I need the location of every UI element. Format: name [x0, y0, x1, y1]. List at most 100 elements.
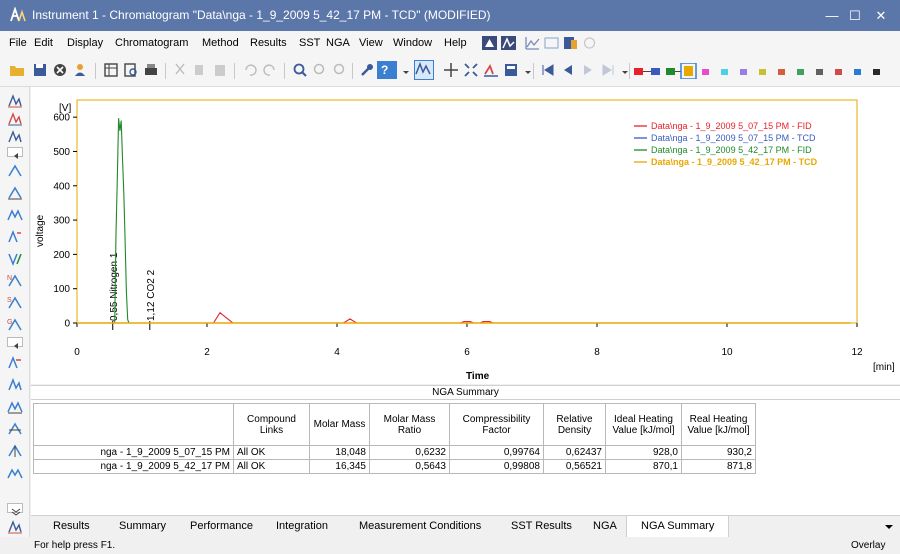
move-icon[interactable]	[443, 62, 459, 78]
menu-sst[interactable]: SST	[299, 37, 320, 49]
peak-tool-icon[interactable]: G	[7, 317, 23, 333]
tab-performance[interactable]: Performance	[190, 520, 253, 532]
peak-tool-icon[interactable]	[7, 111, 23, 127]
dropdown-arrow-icon[interactable]	[398, 62, 409, 78]
signal-icon[interactable]	[414, 60, 434, 80]
palette-swatch[interactable]	[666, 68, 675, 75]
first-icon[interactable]	[540, 62, 556, 78]
menu-nga[interactable]: NGA	[326, 37, 350, 49]
peak-tool-icon[interactable]	[7, 185, 23, 201]
palette-swatch[interactable]	[797, 69, 804, 75]
nga-summary-panel: NGA Summary Compound Links Molar Mass Mo…	[31, 385, 900, 515]
palette-swatch[interactable]	[721, 69, 728, 75]
print-icon[interactable]	[143, 62, 159, 78]
close-button[interactable]: ✕	[862, 0, 900, 31]
zoom-icon[interactable]	[292, 62, 308, 78]
peak-tool-icon[interactable]	[7, 465, 23, 481]
menu-chromatogram[interactable]: Chromatogram	[115, 37, 188, 49]
tab-measurement-conditions[interactable]: Measurement Conditions	[359, 520, 481, 532]
peak-tool-icon[interactable]: S	[7, 295, 23, 311]
tab-sst-results[interactable]: SST Results	[511, 520, 572, 532]
peak-tool-icon[interactable]	[7, 229, 23, 245]
series-line	[77, 311, 851, 324]
palette-swatch[interactable]	[854, 69, 861, 75]
palette-swatch[interactable]	[873, 69, 880, 75]
peak-tool-icon[interactable]	[7, 399, 23, 415]
image-icon[interactable]	[544, 36, 559, 50]
peak-tool-icon[interactable]	[7, 421, 23, 437]
calculator-icon[interactable]	[503, 62, 519, 78]
palette-swatch[interactable]	[816, 69, 823, 75]
report-icon[interactable]	[563, 36, 578, 50]
help-dropdown-icon[interactable]: ?	[377, 61, 397, 79]
peak-tool-icon[interactable]	[7, 519, 23, 535]
palette-swatch[interactable]	[778, 69, 785, 75]
peak-tool-icon[interactable]	[7, 377, 23, 393]
graph-icon[interactable]	[525, 36, 540, 50]
fit-icon[interactable]	[463, 62, 479, 78]
peak-tool-icon[interactable]	[7, 207, 23, 223]
dropdown-arrow-icon[interactable]	[520, 62, 531, 78]
tab-integration[interactable]: Integration	[276, 520, 328, 532]
peak-tool-icon[interactable]	[7, 251, 23, 267]
stop-icon[interactable]	[52, 62, 68, 78]
tab-nga[interactable]: NGA	[593, 520, 617, 532]
menu-view[interactable]: View	[359, 37, 383, 49]
tab-results[interactable]: Results	[53, 520, 90, 532]
menu-window[interactable]: Window	[393, 37, 432, 49]
palette-swatch[interactable]	[740, 69, 747, 75]
palette-swatch[interactable]	[835, 69, 842, 75]
undo-icon	[242, 62, 258, 78]
triangle-icon[interactable]	[482, 36, 497, 50]
find-icon[interactable]	[123, 62, 139, 78]
tab-summary[interactable]: Summary	[119, 520, 166, 532]
scroll-left-icon[interactable]	[7, 337, 23, 349]
chromatogram-chart[interactable]: [V] voltage Time [min] 0 100 200 300 400 500 6…	[31, 87, 900, 384]
tab-dropdown-icon[interactable]	[883, 522, 895, 532]
baseline-icon[interactable]	[483, 62, 499, 78]
cell-compound-links: All OK	[233, 445, 310, 460]
copy-icon	[192, 62, 208, 78]
scroll-left-icon[interactable]	[7, 147, 23, 159]
menu-help[interactable]: Help	[444, 37, 467, 49]
dropdown-arrow-icon[interactable]	[617, 62, 628, 78]
peak-icon[interactable]	[501, 36, 516, 50]
tab-nga-summary[interactable]: NGA Summary	[626, 516, 730, 538]
menu-method[interactable]: Method	[202, 37, 239, 49]
peak-tool-icon[interactable]	[7, 443, 23, 459]
peak-label: 0,55 Nitrogen 1	[109, 252, 120, 321]
save-icon[interactable]	[32, 62, 48, 78]
palette-swatch[interactable]	[759, 69, 766, 75]
menu-file[interactable]: File	[9, 37, 27, 49]
menu-results[interactable]: Results	[250, 37, 287, 49]
palette-swatch[interactable]	[684, 66, 693, 76]
peak-tool-icon[interactable]	[7, 355, 23, 371]
menu-edit[interactable]: Edit	[34, 37, 53, 49]
expand-down-icon[interactable]	[7, 503, 23, 516]
wrench-icon[interactable]	[359, 62, 375, 78]
palette-swatch[interactable]	[702, 69, 709, 75]
chart-canvas[interactable]: [V] voltage Time [min] 01002003004005006…	[31, 87, 900, 384]
svg-text:N: N	[7, 275, 12, 282]
menu-bar: File Edit Display Chromatogram Method Re…	[0, 31, 900, 55]
x-tick-label: 6	[464, 347, 470, 358]
cell-compressibility: 0,99808	[449, 459, 544, 474]
previous-icon[interactable]	[560, 62, 576, 78]
table-row[interactable]: nga - 1_9_2009 5_42_17 PM All OK 16,345 …	[33, 459, 756, 474]
menu-display[interactable]: Display	[67, 37, 103, 49]
peak-tool-icon[interactable]	[7, 93, 23, 109]
palette-swatch[interactable]	[634, 68, 643, 75]
cell-real-heating-value: 871,8	[681, 459, 756, 474]
table-icon[interactable]	[103, 62, 119, 78]
peak-tool-icon[interactable]: N	[7, 273, 23, 289]
peak-tool-icon[interactable]	[7, 129, 23, 145]
peak-tool-icon[interactable]	[7, 163, 23, 179]
cell-relative-density: 0,56521	[543, 459, 606, 474]
open-folder-icon[interactable]	[9, 62, 25, 78]
disabled-circle-icon	[583, 37, 596, 49]
user-icon[interactable]	[72, 62, 88, 78]
color-palette[interactable]	[634, 63, 900, 79]
palette-swatch[interactable]	[651, 68, 660, 75]
table-header-row: Compound Links Molar Mass Molar Mass Rat…	[33, 403, 756, 446]
table-row[interactable]: nga - 1_9_2009 5_07_15 PM All OK 18,048 …	[33, 445, 756, 460]
